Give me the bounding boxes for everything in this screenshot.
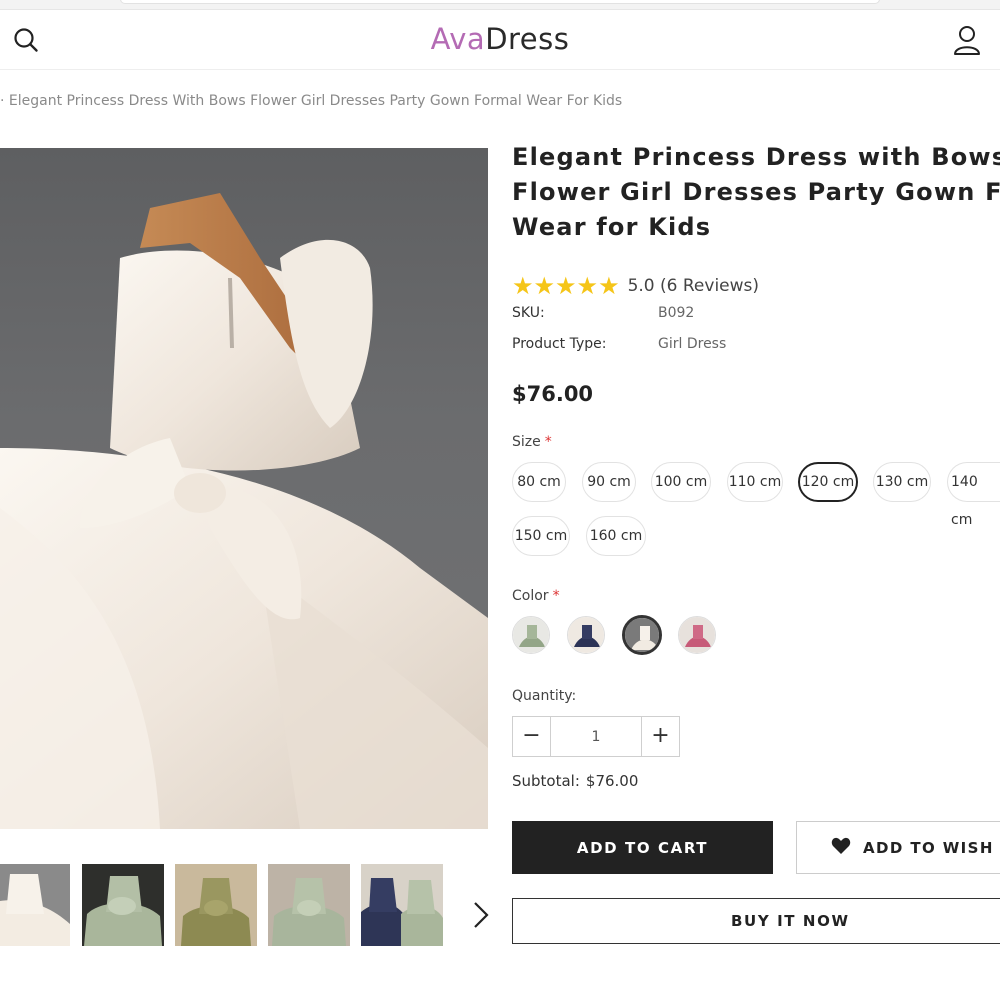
size-option-150[interactable]: 150 cm <box>512 516 570 556</box>
quantity-input[interactable] <box>551 717 641 756</box>
rating-text[interactable]: 5.0 (6 Reviews) <box>628 276 759 296</box>
color-label-text: Color <box>512 588 549 604</box>
quantity-increase-button[interactable]: + <box>641 717 679 756</box>
thumbnail-1[interactable] <box>0 864 70 946</box>
color-required-mark: * <box>552 588 560 604</box>
color-swatch-rose[interactable] <box>678 616 716 654</box>
size-option-130[interactable]: 130 cm <box>873 462 931 502</box>
logo-ava: Ava <box>430 22 486 56</box>
wishlist-label: ADD TO WISH LIST <box>863 838 1000 857</box>
rating-stars-icon: ★★★★★ <box>512 272 620 300</box>
color-swatch-sage[interactable] <box>512 616 550 654</box>
subtotal-value: $76.00 <box>585 772 639 790</box>
size-option-140[interactable]: 140 cm <box>947 462 1000 528</box>
color-label: Color * <box>512 588 560 604</box>
subtotal-label: Subtotal: <box>512 772 580 790</box>
product-rating[interactable]: ★★★★★ 5.0 (6 Reviews) <box>512 272 759 300</box>
product-type-value: Girl Dress <box>658 336 727 352</box>
size-option-110[interactable]: 110 cm <box>727 462 783 502</box>
chevron-right-icon[interactable] <box>466 896 494 934</box>
thumbnail-5[interactable] <box>361 864 443 946</box>
quantity-stepper: − + <box>512 716 680 757</box>
site-header: AvaDress <box>0 10 1000 70</box>
buy-now-button[interactable]: BUY IT NOW <box>512 898 1000 944</box>
add-to-wishlist-button[interactable]: ADD TO WISH LIST <box>796 821 1000 874</box>
size-option-120[interactable]: 120 cm <box>798 462 858 502</box>
thumbnail-2[interactable] <box>82 864 164 946</box>
color-swatch-ivory[interactable] <box>622 615 662 655</box>
logo-dress: Dress <box>485 22 570 56</box>
thumbnail-3[interactable] <box>175 864 257 946</box>
size-required-mark: * <box>544 434 552 450</box>
heart-icon <box>831 837 851 859</box>
size-option-100[interactable]: 100 cm <box>651 462 711 502</box>
sku-label: SKU: <box>512 305 545 321</box>
site-logo[interactable]: AvaDress <box>0 22 1000 56</box>
browser-strip <box>0 0 1000 10</box>
sku-value: B092 <box>658 305 695 321</box>
add-to-cart-button[interactable]: ADD TO CART <box>512 821 773 874</box>
size-option-90[interactable]: 90 cm <box>582 462 636 502</box>
title-line-2: Flower Girl Dresses Party Gown Formal <box>512 178 1000 206</box>
size-label-text: Size <box>512 434 541 450</box>
size-label: Size * <box>512 434 552 450</box>
main-product-image <box>0 148 488 829</box>
title-line-1: Elegant Princess Dress with Bows <box>512 143 1000 171</box>
address-bar <box>120 0 880 4</box>
breadcrumb: · Elegant Princess Dress With Bows Flowe… <box>0 93 623 109</box>
color-swatch-navy[interactable] <box>567 616 605 654</box>
quantity-label: Quantity: <box>512 688 577 704</box>
size-option-160[interactable]: 160 cm <box>586 516 646 556</box>
title-line-3: Wear for Kids <box>512 213 712 241</box>
product-price: $76.00 <box>512 382 594 406</box>
thumbnail-4[interactable] <box>268 864 350 946</box>
size-option-80[interactable]: 80 cm <box>512 462 566 502</box>
product-title: Elegant Princess Dress with Bows Flower … <box>512 140 1000 245</box>
user-icon[interactable] <box>952 24 982 56</box>
subtotal: Subtotal: $76.00 <box>512 772 638 790</box>
product-type-label: Product Type: <box>512 336 607 352</box>
quantity-decrease-button[interactable]: − <box>513 717 551 756</box>
